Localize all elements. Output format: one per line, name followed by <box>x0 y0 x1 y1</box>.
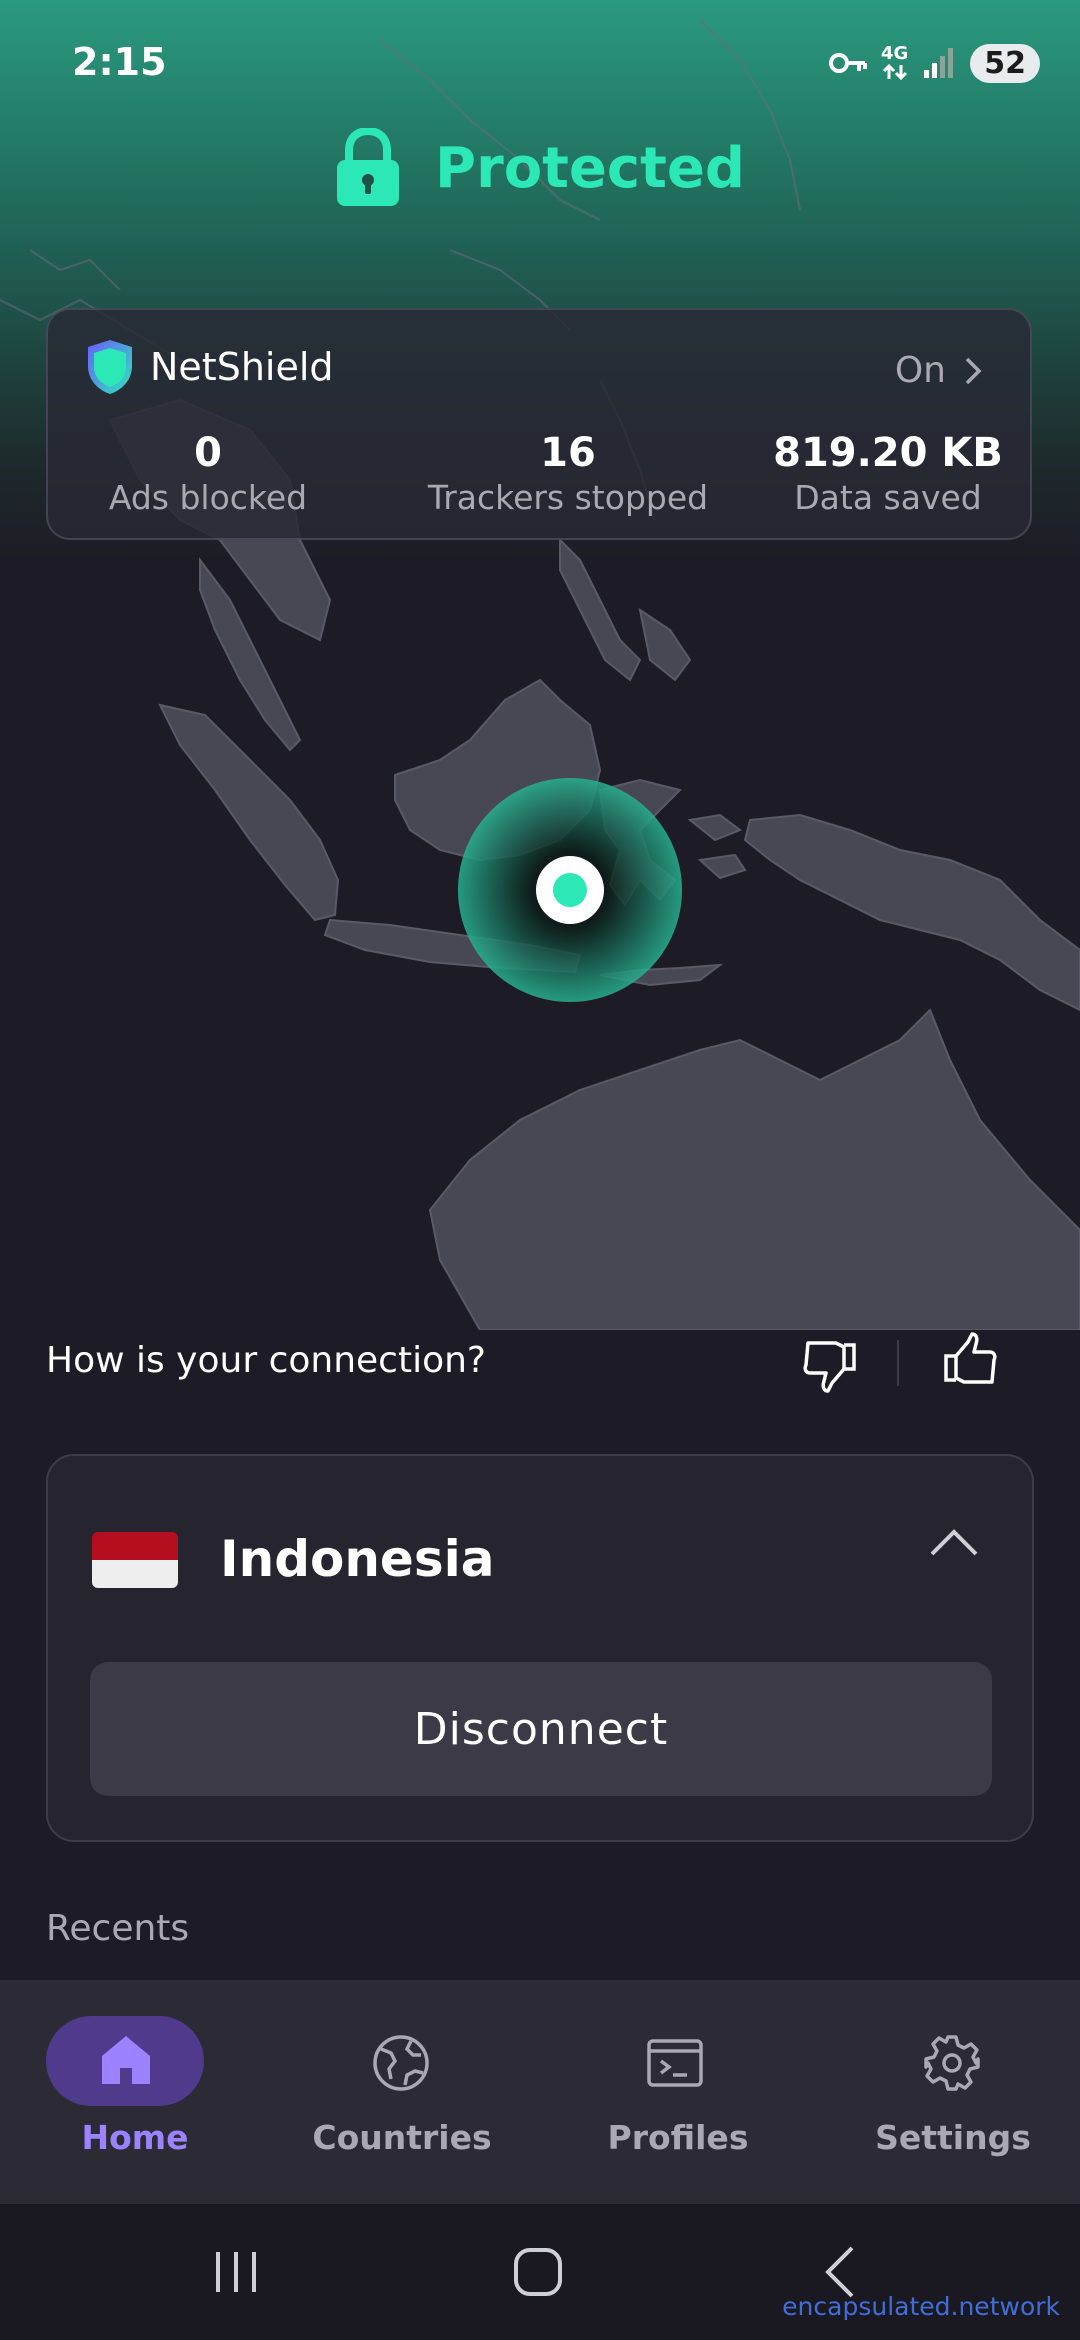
stat-label: Ads blocked <box>108 478 308 517</box>
thumbs-down-icon[interactable] <box>800 1335 860 1395</box>
stat-data-saved: 819.20 KB Data saved <box>768 430 1008 517</box>
nav-label-settings: Settings <box>875 2118 1031 2157</box>
network-type-label: 4G <box>880 43 909 64</box>
stat-label: Trackers stopped <box>427 478 709 517</box>
status-time: 2:15 <box>72 40 167 84</box>
nav-home[interactable]: Home <box>0 1980 270 2204</box>
stat-ads-blocked: 0 Ads blocked <box>108 430 308 517</box>
network-type: 4G <box>881 45 908 81</box>
nav-settings[interactable]: Settings <box>818 1980 1080 2204</box>
data-arrows-icon <box>882 63 907 81</box>
vpn-key-icon <box>828 53 867 73</box>
globe-icon <box>373 2035 429 2091</box>
signal-icon <box>924 48 954 78</box>
netshield-title: NetShield <box>150 345 334 389</box>
home-button-icon[interactable] <box>508 2242 568 2302</box>
connection-card: Indonesia Disconnect <box>46 1454 1034 1842</box>
terminal-icon <box>647 2039 703 2087</box>
nav-label-countries: Countries <box>312 2118 492 2157</box>
netshield-shield-icon <box>88 340 132 394</box>
nav-label-home: Home <box>81 2118 189 2157</box>
protected-title: Protected <box>435 135 745 201</box>
bottom-navigation: Home Countries Profiles Settings <box>0 1980 1080 2204</box>
netshield-status[interactable]: On <box>895 350 982 391</box>
nav-countries[interactable]: Countries <box>267 1980 537 2204</box>
battery-level: 52 <box>970 43 1040 83</box>
nav-profiles[interactable]: Profiles <box>543 1980 813 2204</box>
status-icons: 4G 52 <box>828 40 1040 86</box>
thumbs-up-icon[interactable] <box>940 1330 1000 1390</box>
gear-icon <box>924 2035 980 2091</box>
watermark: encapsulated.network <box>782 2292 1060 2321</box>
stat-value: 819.20 KB <box>773 430 1003 476</box>
stat-value: 16 <box>540 430 596 476</box>
chevron-up-icon[interactable] <box>928 1522 980 1562</box>
netshield-card[interactable]: NetShield On 0 Ads blocked 16 Trackers s… <box>46 308 1032 540</box>
netshield-header: NetShield <box>84 338 334 396</box>
connection-status-header: Protected <box>0 128 1080 208</box>
stat-label: Data saved <box>794 478 982 517</box>
recent-apps-icon[interactable] <box>206 2242 266 2302</box>
connected-country: Indonesia <box>220 1530 495 1588</box>
nav-label-profiles: Profiles <box>607 2118 749 2157</box>
netshield-status-label: On <box>894 350 946 391</box>
chevron-right-icon <box>965 357 982 384</box>
feedback-divider <box>897 1340 899 1386</box>
stat-value: 0 <box>194 430 222 476</box>
recents-heading: Recents <box>46 1908 190 1949</box>
netshield-stats: 0 Ads blocked 16 Trackers stopped 819.20… <box>48 430 1030 530</box>
indonesia-flag-icon <box>92 1532 178 1588</box>
home-icon <box>102 2036 150 2084</box>
lock-icon <box>337 128 400 206</box>
stat-trackers-stopped: 16 Trackers stopped <box>398 430 738 517</box>
app-screen: 2:15 4G 52 Protected NetShield On 0 Ads … <box>0 0 1080 2340</box>
connection-feedback-question: How is your connection? <box>46 1340 487 1381</box>
disconnect-button[interactable]: Disconnect <box>90 1662 992 1796</box>
